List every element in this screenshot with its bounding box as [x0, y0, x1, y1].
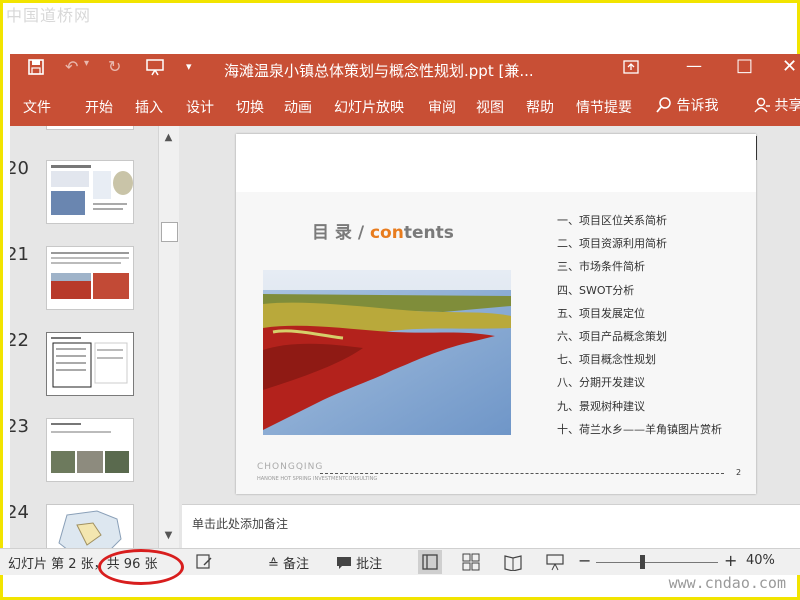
- minimize-icon[interactable]: —: [686, 56, 702, 75]
- search-icon: [656, 97, 671, 113]
- close-icon[interactable]: ✕: [782, 56, 797, 77]
- footer-subtitle: HANONE HOT SPRING INVESTMENTCONSULTING: [257, 476, 378, 482]
- slide-number: 20: [10, 158, 29, 179]
- tab-transitions[interactable]: 切换: [236, 97, 264, 117]
- tab-help[interactable]: 帮助: [526, 97, 554, 117]
- heading-english-suffix: tents: [403, 223, 454, 243]
- tab-home[interactable]: 开始: [85, 97, 113, 117]
- save-icon[interactable]: [27, 58, 45, 76]
- tab-slideshow[interactable]: 幻灯片放映: [334, 97, 404, 117]
- reading-view-icon[interactable]: [504, 553, 522, 571]
- slideshow-icon[interactable]: [546, 553, 564, 571]
- slide-thumbnail-24[interactable]: [46, 504, 134, 548]
- text-cursor: [756, 136, 757, 160]
- heading-chinese: 目 录 /: [312, 223, 370, 243]
- slide-thumbnail-20[interactable]: [46, 160, 134, 224]
- zoom-level[interactable]: 40%: [746, 553, 775, 568]
- tab-animations[interactable]: 动画: [284, 97, 312, 117]
- zoom-slider[interactable]: [596, 562, 718, 563]
- tab-view[interactable]: 视图: [476, 97, 504, 117]
- share-button[interactable]: 共享: [754, 95, 800, 115]
- notes-label: 备注: [283, 557, 310, 572]
- window-title: 海滩温泉小镇总体策划与概念性规划.ppt [兼...: [224, 62, 534, 80]
- slide-number: 24: [10, 502, 29, 523]
- toc-item: 二、项目资源利用简析: [557, 237, 667, 251]
- normal-view-button[interactable]: [418, 550, 442, 574]
- comments-label: 批注: [356, 557, 383, 572]
- zoom-slider-knob[interactable]: [639, 555, 645, 569]
- footer-city: CHONGQING: [257, 462, 324, 472]
- toc-item: 八、分期开发建议: [557, 376, 645, 390]
- toc-item: 九、景观树种建议: [557, 399, 645, 413]
- slide-thumbnail-23[interactable]: [46, 418, 134, 482]
- undo-icon[interactable]: ↶: [65, 57, 78, 76]
- slide-sorter-icon[interactable]: [462, 553, 480, 571]
- notes-pane[interactable]: 单击此处添加备注: [182, 504, 800, 549]
- slide-header-band: [236, 134, 756, 193]
- share-icon: [754, 97, 770, 113]
- title-bar: ↶ ▾ ↻ ▾ 海滩温泉小镇总体策划与概念性规划.ppt [兼... — □ ✕: [10, 54, 800, 86]
- share-label: 共享: [774, 98, 800, 114]
- redo-icon[interactable]: ↻: [108, 57, 121, 76]
- wetland-photo: [263, 270, 511, 435]
- slide-thumbnail-22[interactable]: [46, 332, 134, 396]
- comment-icon: [337, 557, 351, 569]
- watermark-bottom: www.cndao.com: [668, 574, 786, 592]
- zoom-in-icon[interactable]: +: [724, 551, 737, 570]
- customize-qat-icon[interactable]: ▾: [186, 60, 192, 73]
- heading-english-prefix: con: [369, 223, 404, 243]
- slide-thumbnail-19[interactable]: [46, 126, 134, 130]
- notes-placeholder: 单击此处添加备注: [192, 517, 289, 531]
- toc-item: 四、SWOT分析: [557, 283, 635, 297]
- tab-storyboarding[interactable]: 情节提要: [576, 97, 632, 117]
- toc-item: 一、项目区位关系简析: [557, 214, 667, 227]
- watermark-top: 中国道桥网: [6, 6, 92, 25]
- toc-item: 六、项目产品概念策划: [557, 329, 667, 343]
- slide-number: 22: [10, 330, 29, 351]
- scroll-up-icon[interactable]: ▲: [161, 130, 176, 145]
- notes-toggle-button[interactable]: ≙ 备注: [268, 553, 309, 572]
- toc-item: 十、荷兰水乡——羊角镇图片赏析: [557, 422, 722, 436]
- highlight-circle: [98, 549, 184, 585]
- tab-insert[interactable]: 插入: [135, 97, 163, 117]
- current-slide[interactable]: 目 录 / contents 一、项目区位关系简析 二、项目资源利用简析 三、市…: [236, 134, 756, 494]
- scroll-down-icon[interactable]: ▼: [161, 528, 176, 543]
- toc-item: 五、项目发展定位: [557, 306, 645, 320]
- notes-icon: ≙: [268, 557, 279, 572]
- ribbon-display-icon[interactable]: [622, 58, 640, 76]
- thumbnail-scrollbar[interactable]: ▲ ▼: [158, 126, 179, 548]
- normal-view-icon: [422, 554, 438, 570]
- ribbon-tabs: 文件 开始 插入 设计 切换 动画 幻灯片放映 审阅 视图 帮助 情节提要 告诉…: [10, 86, 800, 126]
- slide-page-number: 2: [736, 468, 742, 477]
- tell-me-label: 告诉我: [676, 98, 719, 114]
- undo-dropdown-icon[interactable]: ▾: [84, 58, 89, 69]
- thumbnails-pane: 20 21 22 23 24 ▲ ▼: [10, 126, 182, 548]
- comments-button[interactable]: 批注: [336, 553, 382, 572]
- tab-file[interactable]: 文件: [23, 97, 51, 117]
- footer-divider: [320, 473, 724, 474]
- present-icon[interactable]: [146, 58, 166, 76]
- slide-heading: 目 录 / contents: [312, 218, 454, 243]
- maximize-icon[interactable]: □: [736, 55, 753, 76]
- table-of-contents: 一、项目区位关系简析 二、项目资源利用简析 三、市场条件简析 四、SWOT分析 …: [557, 212, 722, 444]
- toc-item: 七、项目概念性规划: [557, 353, 656, 367]
- toc-item: 三、市场条件简析: [557, 260, 645, 274]
- zoom-out-icon[interactable]: −: [578, 551, 591, 570]
- scroll-thumb[interactable]: [161, 222, 178, 242]
- slide-thumbnail-21[interactable]: [46, 246, 134, 310]
- slide-number: 23: [10, 416, 29, 437]
- slide-number: 21: [10, 244, 29, 265]
- accessibility-icon[interactable]: [196, 554, 214, 570]
- tab-design[interactable]: 设计: [186, 97, 214, 117]
- tell-me-search[interactable]: 告诉我: [656, 95, 718, 115]
- tab-review[interactable]: 审阅: [428, 97, 456, 117]
